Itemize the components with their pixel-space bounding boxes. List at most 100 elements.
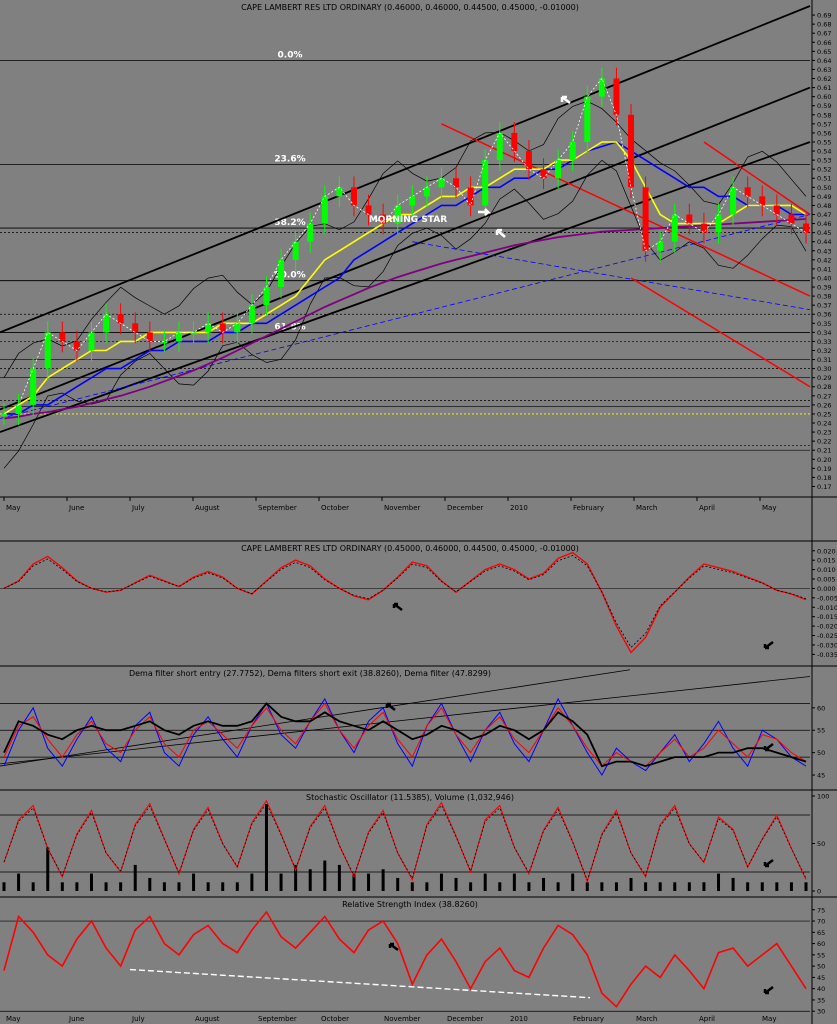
price-tick-label-30: 0.39	[817, 284, 831, 292]
stoch-tick-label-2: 0	[817, 888, 821, 896]
candle-body-49	[715, 214, 722, 233]
candle-body-43	[628, 114, 635, 188]
rsi-x-label-5: October	[321, 1015, 349, 1023]
volume-bar-14	[206, 882, 210, 891]
volume-bar-40	[585, 882, 589, 891]
rsi-tick-label-2: 65	[817, 929, 825, 937]
volume-bar-23	[337, 864, 341, 891]
price-tick-label-24: 0.45	[817, 229, 831, 237]
osc-red-line	[3, 551, 807, 654]
trend-channel-line-0	[0, 5, 811, 334]
stoch-title: Stochastic Oscillator (11.5385), Volume …	[306, 793, 514, 802]
volume-bar-29	[425, 882, 429, 891]
candle-body-0	[1, 413, 7, 416]
stoch-red-line	[3, 799, 807, 884]
volume-bar-54	[789, 882, 793, 891]
candle-body-13	[190, 332, 197, 335]
price-tick-label-40: 0.29	[817, 374, 831, 382]
volume-bar-48	[702, 882, 706, 891]
volume-bar-32	[469, 882, 473, 891]
volume-bar-39	[571, 873, 575, 891]
rsi-tick-label-7: 40	[817, 985, 825, 993]
osc-tick-label-6: -0.010	[817, 604, 837, 612]
dema-tick-label-0: 60	[817, 704, 825, 712]
candle-body-20	[292, 241, 299, 260]
volume-bar-41	[600, 882, 604, 891]
rsi-tick-label-6: 45	[817, 974, 825, 982]
candle-body-33	[482, 160, 489, 206]
price-tick-label-39: 0.30	[817, 365, 831, 373]
volume-bar-11	[162, 882, 166, 891]
price-tick-label-33: 0.36	[817, 311, 831, 319]
white-arrow-up-left-icon	[495, 228, 506, 238]
price-tick-label-51: 0.18	[817, 474, 831, 482]
volume-bar-26	[381, 869, 385, 891]
candle-body-39	[569, 141, 576, 161]
price-tick-label-5: 0.64	[817, 57, 831, 65]
osc-end-arrow-icon	[763, 641, 774, 650]
osc-tick-label-8: -0.020	[817, 623, 837, 631]
candle-body-47	[686, 214, 693, 224]
trend-channel-line-1	[0, 86, 811, 411]
dema-arrow-icon	[385, 702, 396, 711]
price-tick-label-23: 0.46	[817, 220, 831, 228]
rsi-arrow-icon	[388, 942, 399, 951]
price-tick-label-0: 0.69	[817, 12, 831, 20]
dema-tick-label-2: 50	[817, 749, 825, 757]
volume-bar-5	[75, 882, 79, 891]
volume-bar-9	[133, 864, 137, 891]
price-tick-label-11: 0.58	[817, 111, 831, 119]
candle-body-41	[598, 78, 605, 97]
osc-title: CAPE LAMBERT RES LTD ORDINARY (0.45000, …	[241, 544, 579, 553]
price-tick-label-29: 0.40	[817, 274, 831, 282]
price-tick-label-22: 0.47	[817, 211, 831, 219]
volume-bar-43	[629, 877, 633, 891]
price-tick-label-19: 0.50	[817, 184, 831, 192]
volume-bar-47	[687, 882, 691, 891]
rsi-tick-label-4: 55	[817, 951, 825, 959]
volume-bar-10	[148, 877, 152, 891]
candle-body-51	[744, 187, 751, 197]
candle-body-19	[278, 259, 285, 288]
price-x-label-6: November	[384, 504, 421, 512]
price-x-label-5: October	[321, 504, 349, 512]
price-x-label-9: February	[573, 504, 604, 512]
rsi-title: Relative Strength Index (38.8260)	[342, 900, 478, 909]
fib-label-1: 23.6%	[274, 155, 305, 165]
osc-tick-label-2: 0.010	[817, 566, 836, 574]
osc-tick-label-1: 0.015	[817, 557, 836, 565]
price-x-label-4: September	[258, 504, 297, 512]
price-tick-label-18: 0.51	[817, 175, 831, 183]
price-tick-label-17: 0.52	[817, 166, 831, 174]
price-tick-label-44: 0.25	[817, 410, 831, 418]
price-tick-label-14: 0.55	[817, 138, 831, 146]
price-tick-label-1: 0.68	[817, 21, 831, 29]
rsi-x-label-1: June	[68, 1015, 84, 1023]
rsi-red-line	[3, 910, 807, 1008]
volume-bar-50	[731, 877, 735, 891]
osc-tick-label-10: -0.030	[817, 641, 837, 649]
volume-bar-45	[658, 882, 662, 891]
rsi-x-label-4: September	[258, 1015, 297, 1023]
price-tick-label-49: 0.20	[817, 456, 831, 464]
osc-tick-label-9: -0.025	[817, 632, 837, 640]
price-tick-label-48: 0.21	[817, 447, 831, 455]
volume-bar-19	[279, 873, 283, 891]
rsi-x-label-6: November	[384, 1015, 421, 1023]
price-title: CAPE LAMBERT RES LTD ORDINARY (0.46000, …	[241, 3, 579, 12]
stoch-tick-label-1: 50	[817, 840, 825, 848]
price-tick-label-13: 0.56	[817, 129, 831, 137]
volume-bar-31	[454, 877, 458, 891]
volume-bar-52	[760, 882, 764, 891]
price-tick-label-16: 0.53	[817, 157, 831, 165]
price-tick-label-52: 0.17	[817, 483, 831, 491]
volume-bar-18	[264, 804, 268, 891]
price-tick-label-50: 0.19	[817, 465, 831, 473]
rsi-x-label-3: August	[195, 1015, 220, 1023]
candle-body-16	[234, 323, 241, 333]
price-tick-label-25: 0.44	[817, 238, 831, 246]
volume-bar-17	[250, 873, 254, 891]
rsi-x-label-0: May	[6, 1015, 20, 1023]
price-x-label-7: December	[447, 504, 483, 512]
price-tick-label-6: 0.63	[817, 66, 831, 74]
